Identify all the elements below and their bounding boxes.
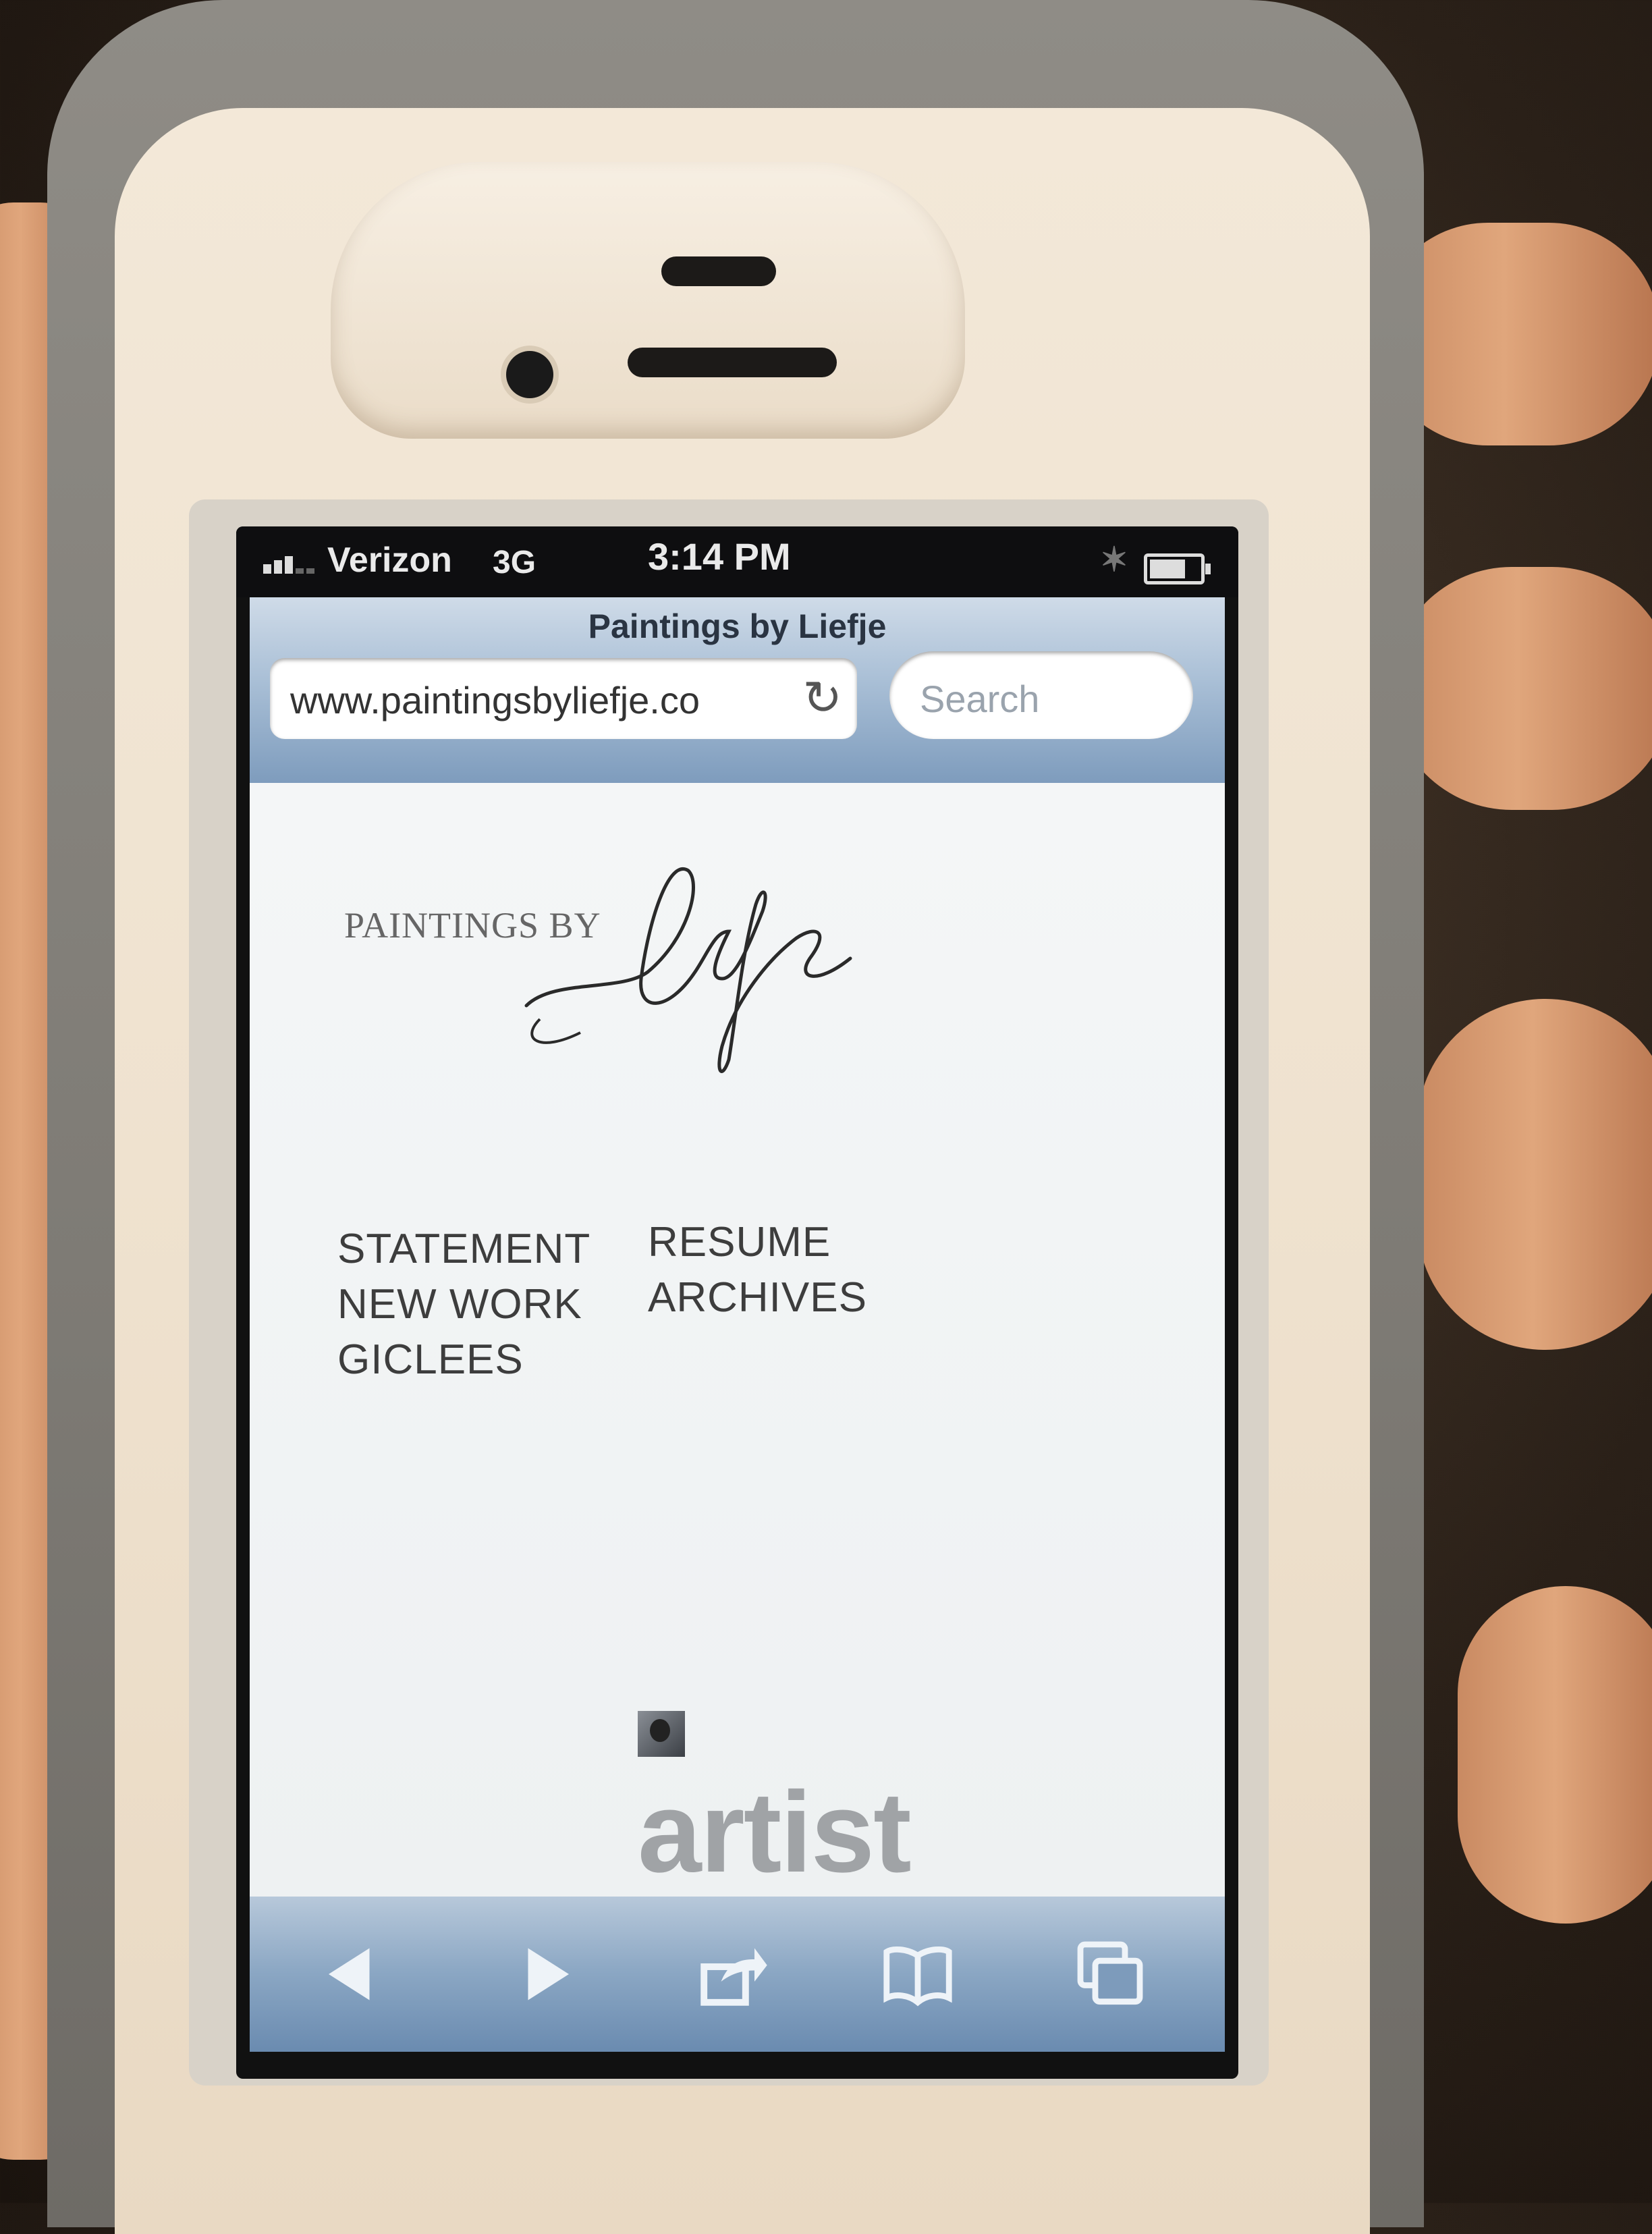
site-logo[interactable]: PAINTINGS BY [344,844,857,1087]
address-bar[interactable]: www.paintingsbyliefje.co ↻ [270,658,857,739]
front-camera [506,351,553,398]
web-page: PAINTINGS BY STATEMENT NEW WORK GICLEES … [250,783,1225,1897]
signal-icon [263,556,317,574]
finger-right-mid [1390,567,1652,810]
url-text: www.paintingsbyliefje.co [290,679,700,721]
share-icon[interactable] [692,1937,773,2018]
tabs-icon[interactable] [1070,1937,1151,2018]
nav-link-giclees[interactable]: GICLEES [337,1332,590,1388]
finger-right-lower [1417,999,1652,1350]
back-icon[interactable] [310,1937,391,2018]
page-title: Paintings by Liefje [588,607,887,645]
nav-link-resume[interactable]: RESUME [648,1215,867,1270]
search-input[interactable]: Search [889,651,1193,739]
bluetooth-icon: ✶ [1100,541,1128,578]
finger-right-bottom [1458,1586,1652,1924]
browser-toolbar [250,1897,1225,2052]
forward-icon[interactable] [506,1937,587,2018]
carrier-label: Verizon [327,541,452,580]
nav-menu-right: RESUME ARCHIVES [648,1215,867,1326]
nav-menu-left: STATEMENT NEW WORK GICLEES [337,1222,590,1388]
search-placeholder: Search [920,678,1040,720]
bookmarks-icon[interactable] [877,1937,958,2018]
nav-link-new-work[interactable]: NEW WORK [337,1277,590,1332]
clock: 3:14 PM [648,535,791,578]
artist-thumbnail[interactable] [638,1711,685,1757]
earpiece-slot [661,256,776,286]
browser-navbar: Paintings by Liefje www.paintingsbyliefj… [250,597,1225,783]
phone-screen: Verizon 3G 3:14 PM ✶ Paintings by Liefje… [236,526,1238,2079]
network-label: 3G [493,545,536,580]
speaker-grille-icon [628,348,837,377]
nav-link-archives[interactable]: ARCHIVES [648,1270,867,1326]
status-bar: Verizon 3G 3:14 PM ✶ [236,526,1238,597]
artist-heading: artist [638,1768,912,1897]
reload-icon[interactable]: ↻ [802,670,842,726]
logo-signature [524,867,852,1073]
battery-icon [1144,553,1211,584]
nav-link-statement[interactable]: STATEMENT [337,1222,590,1277]
earpiece-housing [331,162,965,439]
